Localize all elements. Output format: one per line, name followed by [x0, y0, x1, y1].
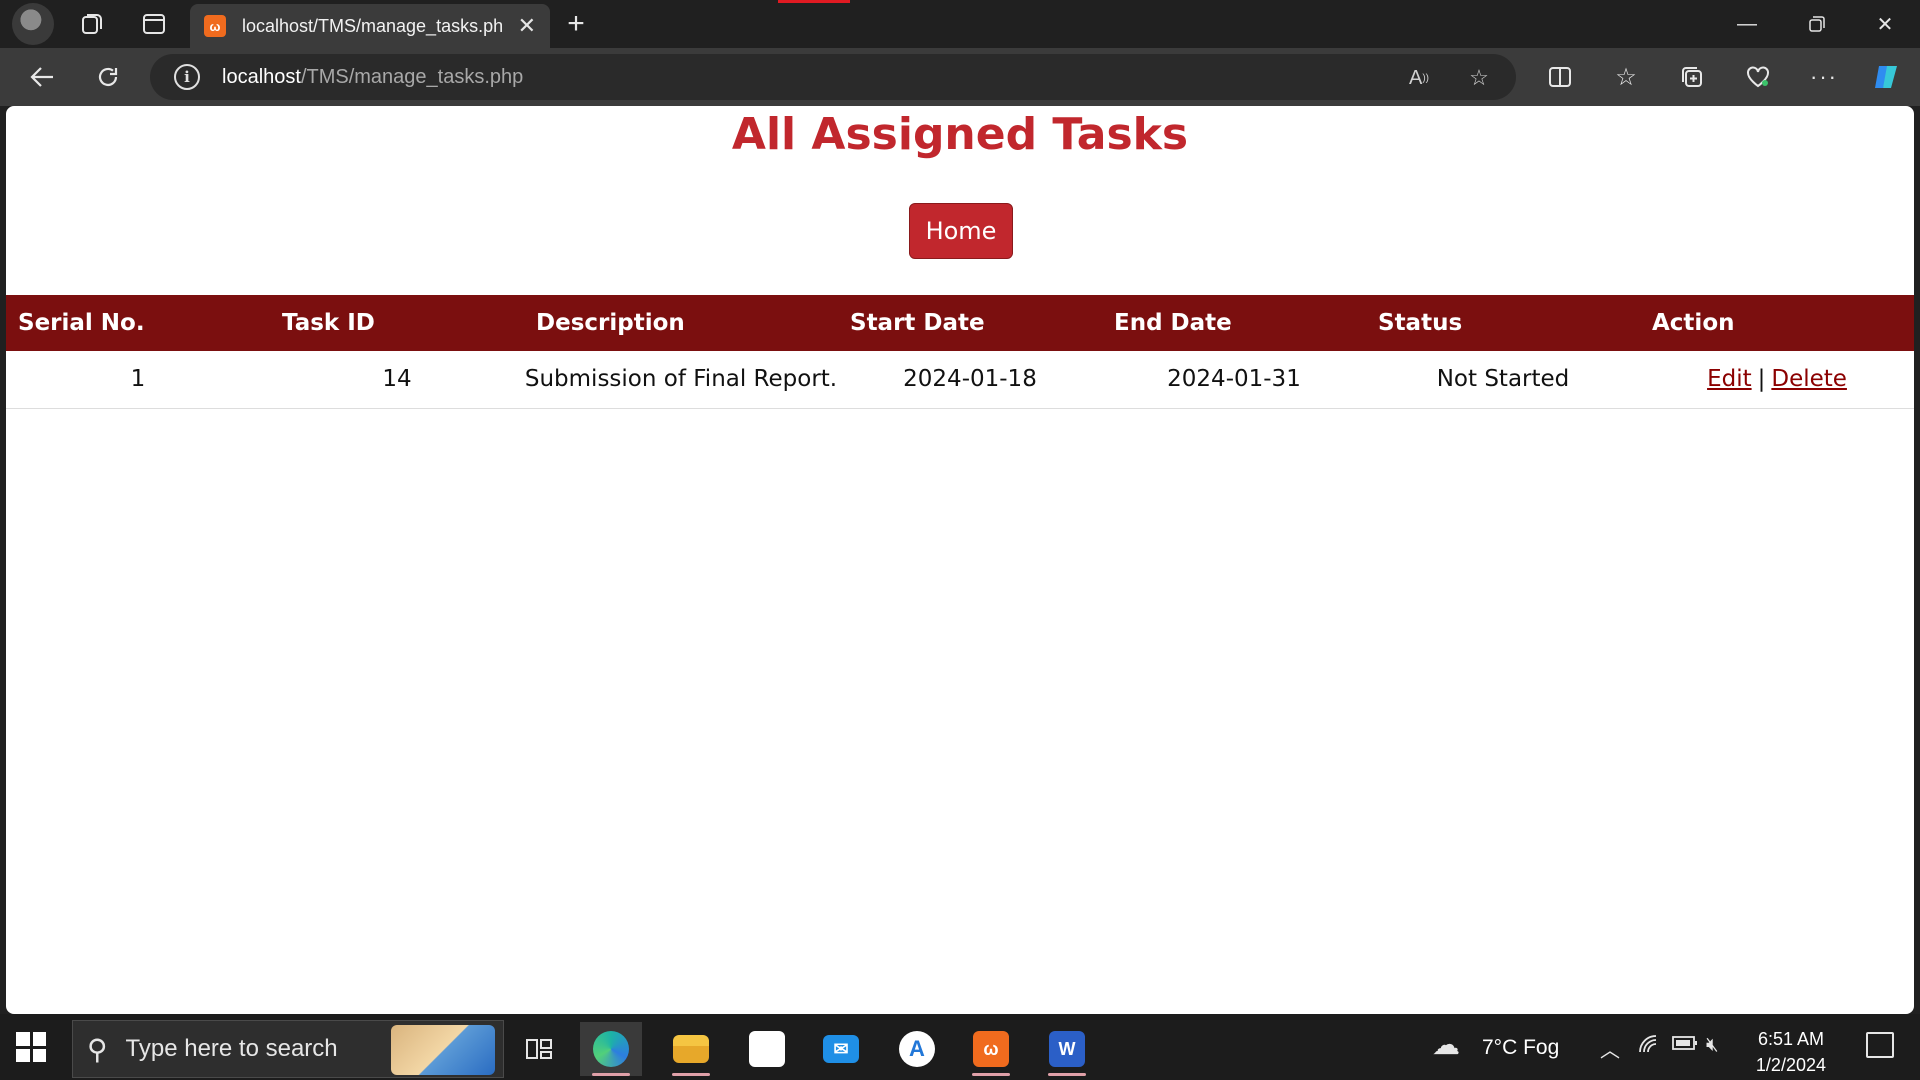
weather-text[interactable]: 7°C Fog: [1482, 1036, 1559, 1060]
search-placeholder: Type here to search: [125, 1035, 338, 1062]
new-tab-icon[interactable]: +: [558, 6, 594, 42]
chevron-up-icon[interactable]: ︿: [1600, 1034, 1620, 1063]
tab-active[interactable]: ω localhost/TMS/manage_tasks.php ✕: [190, 4, 550, 48]
taskbar-search-box[interactable]: ⚲ Type here to search: [72, 1020, 504, 1078]
table-row: 1 14 Submission of Final Report. 2024-01…: [6, 351, 1914, 408]
more-menu-icon[interactable]: ···: [1804, 57, 1844, 97]
taskbar-file-explorer[interactable]: [660, 1022, 722, 1076]
header-task-id: Task ID: [282, 310, 375, 336]
refresh-icon[interactable]: [88, 57, 128, 97]
close-tab-icon[interactable]: ✕: [518, 13, 536, 39]
running-indicator: [1048, 1073, 1086, 1076]
xampp-icon: ω: [204, 15, 226, 37]
collections-icon[interactable]: [1672, 57, 1712, 97]
weather-cloud-icon[interactable]: ☁: [1432, 1028, 1460, 1061]
cell-status: Not Started: [1436, 366, 1570, 393]
favorites-icon[interactable]: ☆: [1606, 57, 1646, 97]
search-icon: ⚲: [87, 1033, 108, 1065]
navigation-bar: i localhost/TMS/manage_tasks.php A)) ☆ ☆…: [0, 48, 1920, 106]
tasks-table: Serial No. Task ID Description Start Dat…: [6, 295, 1914, 409]
url-path: /TMS/manage_tasks.php: [300, 65, 524, 88]
taskbar-xampp[interactable]: ω: [960, 1022, 1022, 1076]
favorite-star-icon[interactable]: ☆: [1464, 63, 1494, 93]
windows-taskbar: ⚲ Type here to search ✉ A ω W ☁ 7°C Fog …: [0, 1014, 1920, 1080]
site-info-icon[interactable]: i: [174, 64, 200, 90]
read-aloud-icon[interactable]: A)): [1404, 63, 1434, 93]
home-button[interactable]: Home: [909, 203, 1013, 259]
url-host: localhost: [222, 65, 301, 88]
copilot-icon[interactable]: [1866, 57, 1906, 97]
address-bar[interactable]: i localhost/TMS/manage_tasks.php A)) ☆: [150, 54, 1516, 100]
edge-icon: [593, 1031, 629, 1067]
page-viewport: All Assigned Tasks Home Serial No. Task …: [6, 106, 1914, 1014]
taskbar-mail[interactable]: ✉: [810, 1022, 872, 1076]
delete-link[interactable]: Delete: [1771, 366, 1847, 392]
running-indicator: [972, 1073, 1010, 1076]
xampp-icon: ω: [973, 1031, 1009, 1067]
back-icon[interactable]: [22, 57, 62, 97]
browser-essentials-icon[interactable]: [1738, 57, 1778, 97]
start-button[interactable]: [16, 1032, 46, 1062]
word-icon: W: [1049, 1031, 1085, 1067]
cell-actions: Edit | Delete: [1640, 351, 1914, 408]
media-indicator: [778, 0, 850, 3]
mail-icon: ✉: [823, 1035, 859, 1063]
taskbar-word[interactable]: W: [1036, 1022, 1098, 1076]
tab-actions-icon[interactable]: [136, 6, 172, 42]
taskbar-app-a[interactable]: A: [886, 1022, 948, 1076]
task-view-icon[interactable]: [508, 1022, 570, 1076]
running-indicator: [672, 1073, 710, 1076]
workspaces-icon[interactable]: [74, 6, 110, 42]
cell-serial: 1: [130, 366, 146, 393]
cell-end-date: 2024-01-31: [1167, 366, 1301, 393]
header-end-date: End Date: [1114, 310, 1232, 336]
search-highlight-image: [391, 1025, 495, 1075]
close-window-icon[interactable]: ✕: [1850, 0, 1920, 48]
cell-start-date: 2024-01-18: [903, 366, 1037, 393]
taskbar-store[interactable]: [736, 1022, 798, 1076]
tab-title: localhost/TMS/manage_tasks.php: [241, 15, 504, 36]
restore-icon[interactable]: [1782, 0, 1852, 48]
volume-muted-icon[interactable]: 🔇︎: [1706, 1034, 1719, 1057]
cell-description: Submission of Final Report.: [524, 366, 838, 393]
profile-avatar[interactable]: [12, 3, 54, 45]
wifi-icon[interactable]: [1638, 1034, 1660, 1060]
cell-task-id: 14: [382, 366, 412, 393]
header-description: Description: [536, 310, 685, 336]
folder-icon: [673, 1035, 709, 1063]
browser-title-bar: ω localhost/TMS/manage_tasks.php ✕ + — ✕: [0, 0, 1920, 48]
header-status: Status: [1378, 310, 1463, 336]
running-indicator: [592, 1073, 630, 1076]
header-action: Action: [1652, 310, 1735, 336]
action-separator: |: [1757, 366, 1766, 393]
minimize-icon[interactable]: —: [1712, 0, 1782, 48]
battery-icon[interactable]: [1672, 1034, 1698, 1057]
clock-date: 1/2/2024: [1755, 1055, 1826, 1075]
page-title: All Assigned Tasks: [731, 109, 1189, 160]
taskbar-clock[interactable]: 6:51 AM 1/2/2024: [1756, 1026, 1826, 1078]
notifications-icon[interactable]: [1866, 1032, 1894, 1058]
app-a-icon: A: [899, 1031, 935, 1067]
split-screen-icon[interactable]: [1540, 57, 1580, 97]
taskbar-edge[interactable]: [580, 1022, 642, 1076]
clock-time: 6:51 AM: [1757, 1029, 1824, 1049]
header-start-date: Start Date: [850, 310, 985, 336]
store-icon: [749, 1031, 785, 1067]
edit-link[interactable]: Edit: [1707, 366, 1752, 392]
header-serial-no: Serial No.: [18, 310, 145, 336]
table-header-row: Serial No. Task ID Description Start Dat…: [6, 295, 1914, 351]
